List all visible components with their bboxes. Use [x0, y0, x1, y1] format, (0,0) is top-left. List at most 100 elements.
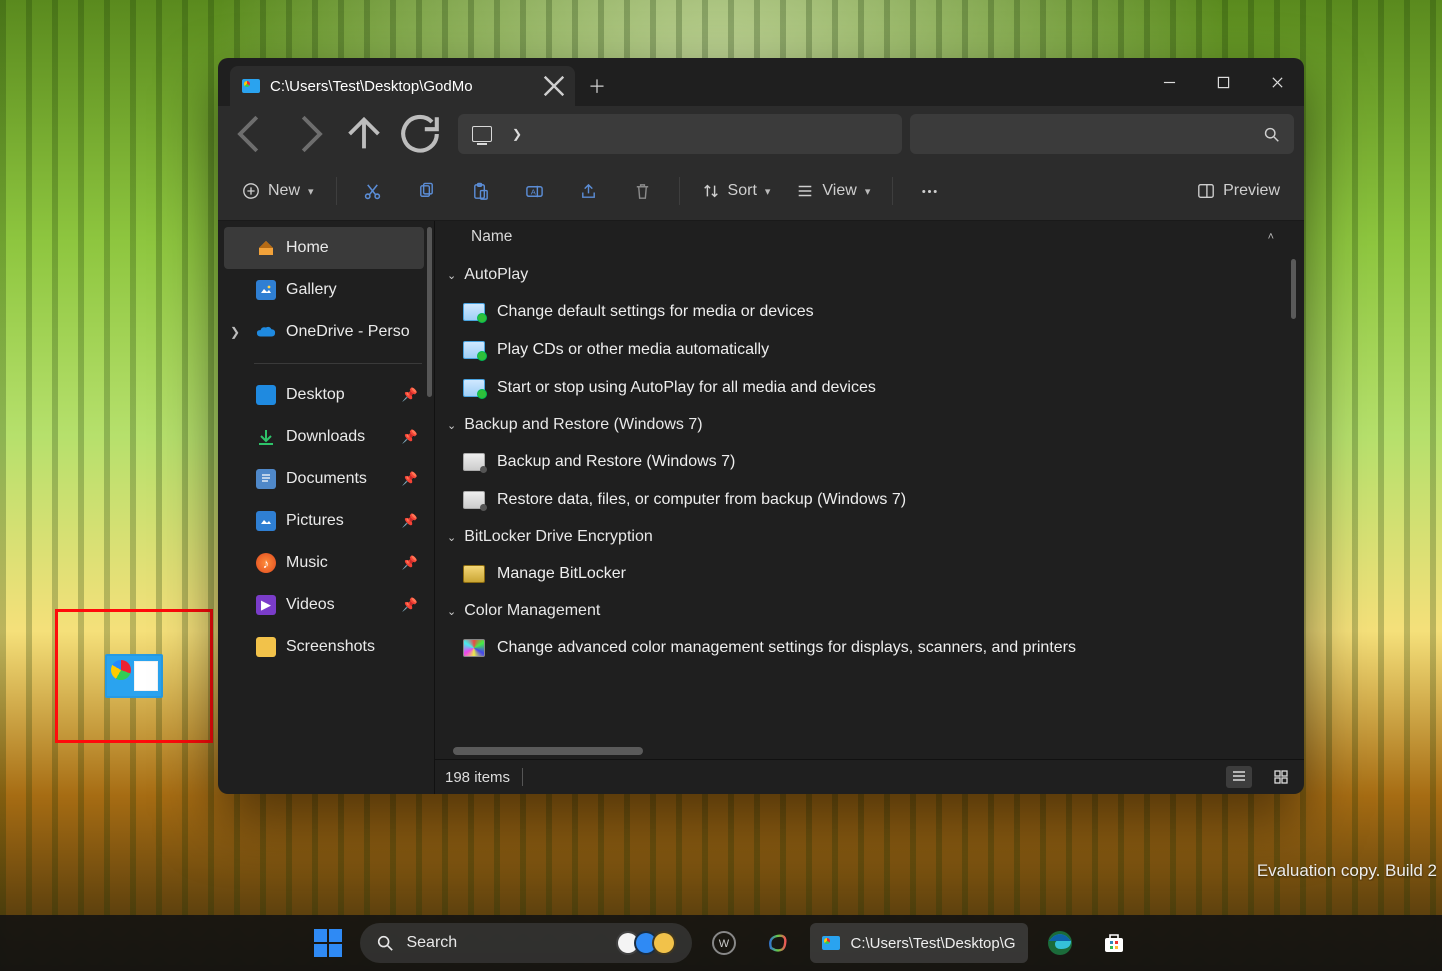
copilot-icon — [765, 930, 791, 956]
details-view-button[interactable] — [1226, 766, 1252, 788]
group-header[interactable]: ⌄ Color Management — [439, 593, 1304, 629]
search-icon — [376, 934, 394, 952]
delete-button[interactable] — [619, 171, 667, 211]
view-button[interactable]: View ▾ — [786, 171, 880, 211]
window-tab[interactable]: C:\Users\Test\Desktop\GodMo — [230, 66, 575, 106]
search-icon — [1263, 126, 1280, 143]
list-item[interactable]: Play CDs or other media automatically — [439, 331, 1304, 369]
taskbar: Search W C:\Users\Test\Desktop\G — [0, 915, 1442, 971]
sidebar-item-desktop[interactable]: Desktop 📌 — [224, 374, 424, 416]
list-item[interactable]: Restore data, files, or computer from ba… — [439, 481, 1304, 519]
rename-button[interactable]: A — [511, 171, 559, 211]
nav-back-button[interactable] — [228, 114, 276, 154]
backup-icon — [463, 491, 485, 509]
breadcrumb-chevron[interactable]: ❯ — [504, 118, 530, 150]
svg-text:A: A — [531, 187, 537, 196]
share-icon — [579, 182, 598, 201]
paste-button[interactable] — [457, 171, 505, 211]
sort-label: Sort — [728, 182, 757, 200]
tab-close-button[interactable] — [541, 73, 567, 99]
content-hscrollbar[interactable] — [453, 747, 643, 755]
group-header[interactable]: ⌄ Backup and Restore (Windows 7) — [439, 407, 1304, 443]
sidebar-item-music[interactable]: ♪ Music 📌 — [224, 542, 424, 584]
sidebar-label: Gallery — [286, 281, 337, 299]
search-box[interactable] — [910, 114, 1294, 154]
list-item[interactable]: Change default settings for media or dev… — [439, 293, 1304, 331]
chevron-down-icon: ⌄ — [447, 531, 456, 544]
content-vscrollbar[interactable] — [1291, 259, 1296, 319]
pin-icon[interactable]: 📌 — [402, 387, 418, 403]
sidebar-scrollbar[interactable] — [427, 227, 432, 397]
window-minimize-button[interactable] — [1142, 58, 1196, 106]
edge-icon — [1046, 929, 1074, 957]
taskbar-store-button[interactable] — [1092, 921, 1136, 965]
list-icon — [796, 182, 814, 200]
chevron-right-icon[interactable]: ❯ — [230, 325, 240, 339]
group-header[interactable]: ⌄ BitLocker Drive Encryption — [439, 519, 1304, 555]
list-item[interactable]: Manage BitLocker — [439, 555, 1304, 593]
pin-icon[interactable]: 📌 — [402, 471, 418, 487]
sidebar-item-onedrive[interactable]: ❯ OneDrive - Perso — [224, 311, 424, 353]
pin-icon[interactable]: 📌 — [402, 513, 418, 529]
sidebar-item-home[interactable]: Home — [224, 227, 424, 269]
nav-refresh-button[interactable] — [396, 114, 444, 154]
thumbnails-view-button[interactable] — [1268, 766, 1294, 788]
widgets-icon: W — [711, 930, 737, 956]
status-bar: 198 items — [435, 759, 1304, 794]
nav-up-button[interactable] — [340, 114, 388, 154]
taskbar-copilot-button[interactable] — [756, 921, 800, 965]
breadcrumb-this-pc[interactable] — [464, 118, 500, 150]
preview-pane-icon — [1197, 182, 1215, 200]
copy-button[interactable] — [403, 171, 451, 211]
rename-icon: A — [525, 182, 544, 201]
sidebar-item-gallery[interactable]: Gallery — [224, 269, 424, 311]
videos-icon: ▶ — [256, 595, 276, 615]
more-button[interactable] — [905, 171, 953, 211]
nav-forward-button[interactable] — [284, 114, 332, 154]
sort-icon — [702, 182, 720, 200]
new-tab-button[interactable]: ＋ — [579, 66, 615, 106]
sidebar-item-screenshots[interactable]: Screenshots — [224, 626, 424, 668]
sort-button[interactable]: Sort ▾ — [692, 171, 781, 211]
group-title: AutoPlay — [464, 266, 528, 284]
copy-icon — [417, 182, 436, 201]
share-button[interactable] — [565, 171, 613, 211]
taskbar-widgets-button[interactable]: W — [702, 921, 746, 965]
sidebar-label: Screenshots — [286, 638, 375, 656]
group-header[interactable]: ⌄ AutoPlay — [439, 257, 1304, 293]
list-item[interactable]: Backup and Restore (Windows 7) — [439, 443, 1304, 481]
taskbar-edge-button[interactable] — [1038, 921, 1082, 965]
list-item[interactable]: Change advanced color management setting… — [439, 629, 1304, 667]
taskbar-search-label: Search — [406, 934, 457, 952]
preview-button[interactable]: Preview — [1187, 171, 1290, 211]
breadcrumb-bar[interactable]: ❯ — [458, 114, 902, 154]
window-maximize-button[interactable] — [1196, 58, 1250, 106]
cut-button[interactable] — [349, 171, 397, 211]
start-button[interactable] — [306, 921, 350, 965]
ellipsis-icon — [920, 182, 939, 201]
taskbar-search[interactable]: Search — [360, 923, 692, 963]
new-button[interactable]: New ▾ — [232, 171, 324, 211]
sidebar-item-videos[interactable]: ▶ Videos 📌 — [224, 584, 424, 626]
sidebar-item-documents[interactable]: Documents 📌 — [224, 458, 424, 500]
trash-icon — [633, 182, 652, 201]
desktop-icon-godmode[interactable] — [55, 609, 213, 743]
onedrive-icon — [256, 322, 276, 342]
chevron-down-icon: ⌄ — [447, 269, 456, 282]
desktop: Evaluation copy. Build 2 C:\Users\Test\D… — [0, 0, 1442, 971]
list-item[interactable]: Start or stop using AutoPlay for all med… — [439, 369, 1304, 407]
pin-icon[interactable]: 📌 — [402, 597, 418, 613]
sidebar-item-pictures[interactable]: Pictures 📌 — [224, 500, 424, 542]
command-bar: New ▾ A So — [218, 162, 1304, 221]
column-header-name[interactable]: Name ˄ — [435, 221, 1304, 253]
window-close-button[interactable] — [1250, 58, 1304, 106]
pin-icon[interactable]: 📌 — [402, 555, 418, 571]
pin-icon[interactable]: 📌 — [402, 429, 418, 445]
sort-indicator-icon: ˄ — [1268, 231, 1274, 243]
taskbar-app-title: C:\Users\Test\Desktop\G — [850, 935, 1015, 952]
sidebar-label: Downloads — [286, 428, 365, 446]
sidebar-label: Desktop — [286, 386, 345, 404]
taskbar-app-explorer[interactable]: C:\Users\Test\Desktop\G — [810, 923, 1027, 963]
home-icon — [256, 238, 276, 258]
sidebar-item-downloads[interactable]: Downloads 📌 — [224, 416, 424, 458]
